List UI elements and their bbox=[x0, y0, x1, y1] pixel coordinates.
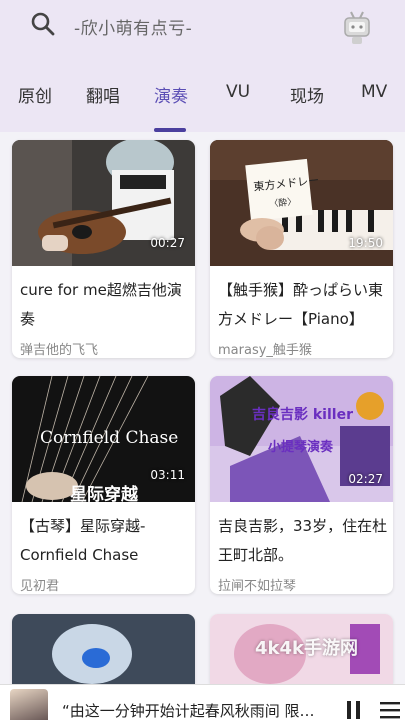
tab-performance[interactable]: 演奏 bbox=[154, 82, 188, 107]
video-author[interactable]: 拉闸不如拉琴 bbox=[218, 575, 296, 594]
video-duration: 19:50 bbox=[348, 236, 383, 250]
video-duration: 02:27 bbox=[348, 472, 383, 486]
video-card[interactable]: 00:27 cure for me超燃吉他演奏 弹吉他的飞飞 bbox=[12, 140, 195, 358]
video-author[interactable]: 弹吉他的飞飞 bbox=[20, 339, 98, 358]
watermark-text: 4k4k手游网 bbox=[255, 638, 358, 659]
thumbnail-caption: 小提琴演奏 bbox=[268, 440, 334, 455]
video-title[interactable]: 吉良吉影，33岁，住在杜王町北部。 bbox=[218, 512, 388, 570]
tv-mascot-icon[interactable] bbox=[342, 10, 372, 46]
search-icon[interactable] bbox=[30, 11, 56, 37]
video-duration: 03:11 bbox=[150, 468, 185, 482]
playlist-icon[interactable] bbox=[380, 701, 400, 719]
tab-live[interactable]: 现场 bbox=[290, 82, 324, 107]
tab-vu[interactable]: VU bbox=[226, 82, 250, 102]
thumbnail-caption: 吉良吉影 killer bbox=[252, 407, 353, 423]
thumbnail-caption: Cornfield Chase bbox=[40, 428, 179, 448]
album-cover[interactable] bbox=[10, 689, 48, 720]
video-thumbnail[interactable] bbox=[12, 614, 195, 684]
video-title[interactable]: cure for me超燃吉他演奏 bbox=[20, 276, 190, 334]
now-playing-title[interactable]: “由这一分钟开始计起春风秋雨间 限… bbox=[62, 700, 315, 720]
video-card[interactable]: 東方メドレー 〈酔〉 19:50 【触手猴】酔っぱらい東方メドレー【Piano】… bbox=[210, 140, 393, 358]
video-thumbnail[interactable]: 00:27 bbox=[12, 140, 195, 266]
video-thumbnail[interactable]: 吉良吉影 killer 小提琴演奏 02:27 bbox=[210, 376, 393, 502]
video-thumbnail[interactable]: Cornfield Chase 星际穿越 03:11 bbox=[12, 376, 195, 505]
tab-cover[interactable]: 翻唱 bbox=[86, 82, 120, 107]
thumbnail-caption: 星际穿越 bbox=[70, 485, 138, 505]
search-bar[interactable]: -欣小萌有点亏- bbox=[0, 0, 405, 58]
video-card[interactable] bbox=[12, 614, 195, 684]
video-card[interactable]: 吉良吉影 killer 小提琴演奏 02:27 吉良吉影，33岁，住在杜王町北部… bbox=[210, 376, 393, 594]
mini-player[interactable]: “由这一分钟开始计起春风秋雨间 限… bbox=[0, 684, 405, 720]
tab-original[interactable]: 原创 bbox=[18, 82, 52, 107]
video-title[interactable]: 【古琴】星际穿越-Cornfield Chase bbox=[20, 512, 190, 570]
tab-mv[interactable]: MV bbox=[361, 82, 387, 102]
video-card[interactable]: Cornfield Chase 星际穿越 03:11 【古琴】星际穿越-Corn… bbox=[12, 376, 195, 594]
search-input[interactable]: -欣小萌有点亏- bbox=[74, 14, 192, 39]
video-duration: 00:27 bbox=[150, 236, 185, 250]
video-title[interactable]: 【触手猴】酔っぱらい東方メドレー【Piano】 bbox=[218, 276, 388, 334]
top-bar: -欣小萌有点亏- 原创 翻唱 演奏 VU 现场 MV bbox=[0, 0, 405, 132]
category-tabs: 原创 翻唱 演奏 VU 现场 MV bbox=[0, 82, 405, 118]
pause-icon[interactable] bbox=[346, 701, 362, 719]
video-author[interactable]: 见初君 bbox=[20, 575, 59, 594]
video-thumbnail[interactable]: 東方メドレー 〈酔〉 19:50 bbox=[210, 140, 393, 266]
video-author[interactable]: marasy_触手猴 bbox=[218, 339, 312, 358]
active-tab-indicator bbox=[154, 128, 186, 132]
